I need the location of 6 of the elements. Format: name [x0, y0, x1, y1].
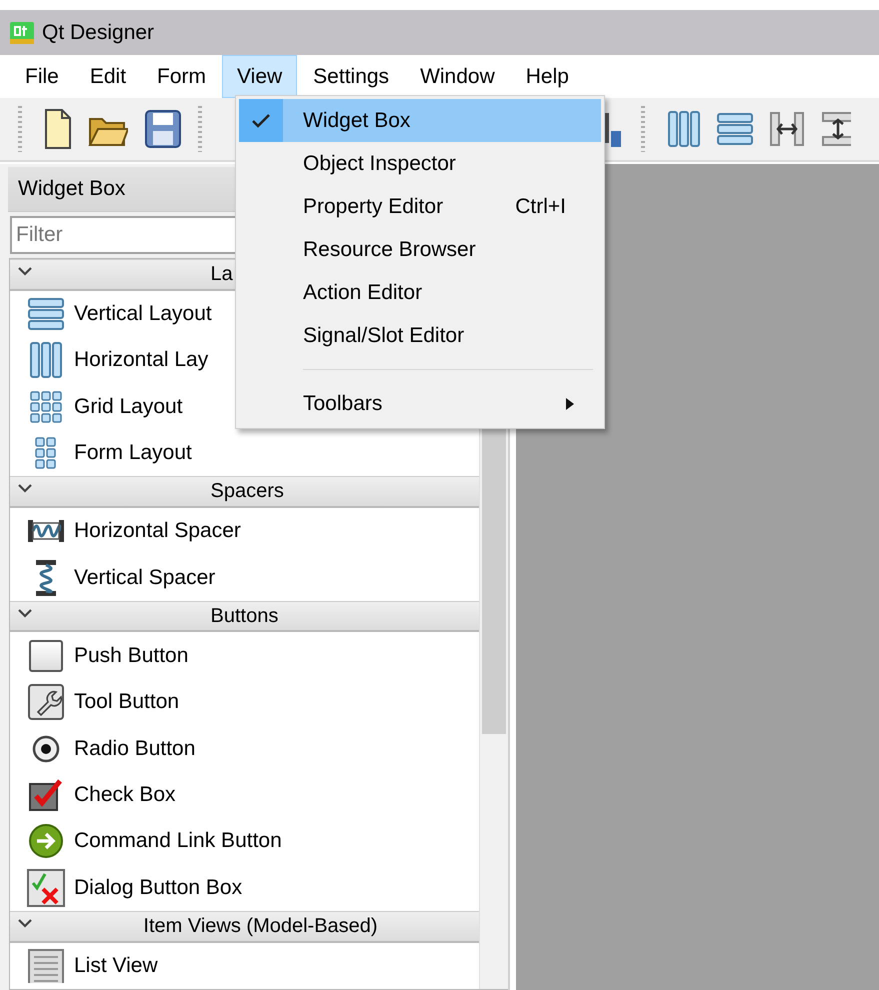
- category-label: Spacers: [210, 480, 285, 504]
- category-label: La: [210, 262, 234, 286]
- shortcut-label: Ctrl+I: [515, 194, 566, 218]
- category-label: Item Views (Model-Based): [143, 914, 378, 938]
- category-label: Buttons: [210, 604, 280, 628]
- window-title: Qt Designer: [42, 20, 154, 44]
